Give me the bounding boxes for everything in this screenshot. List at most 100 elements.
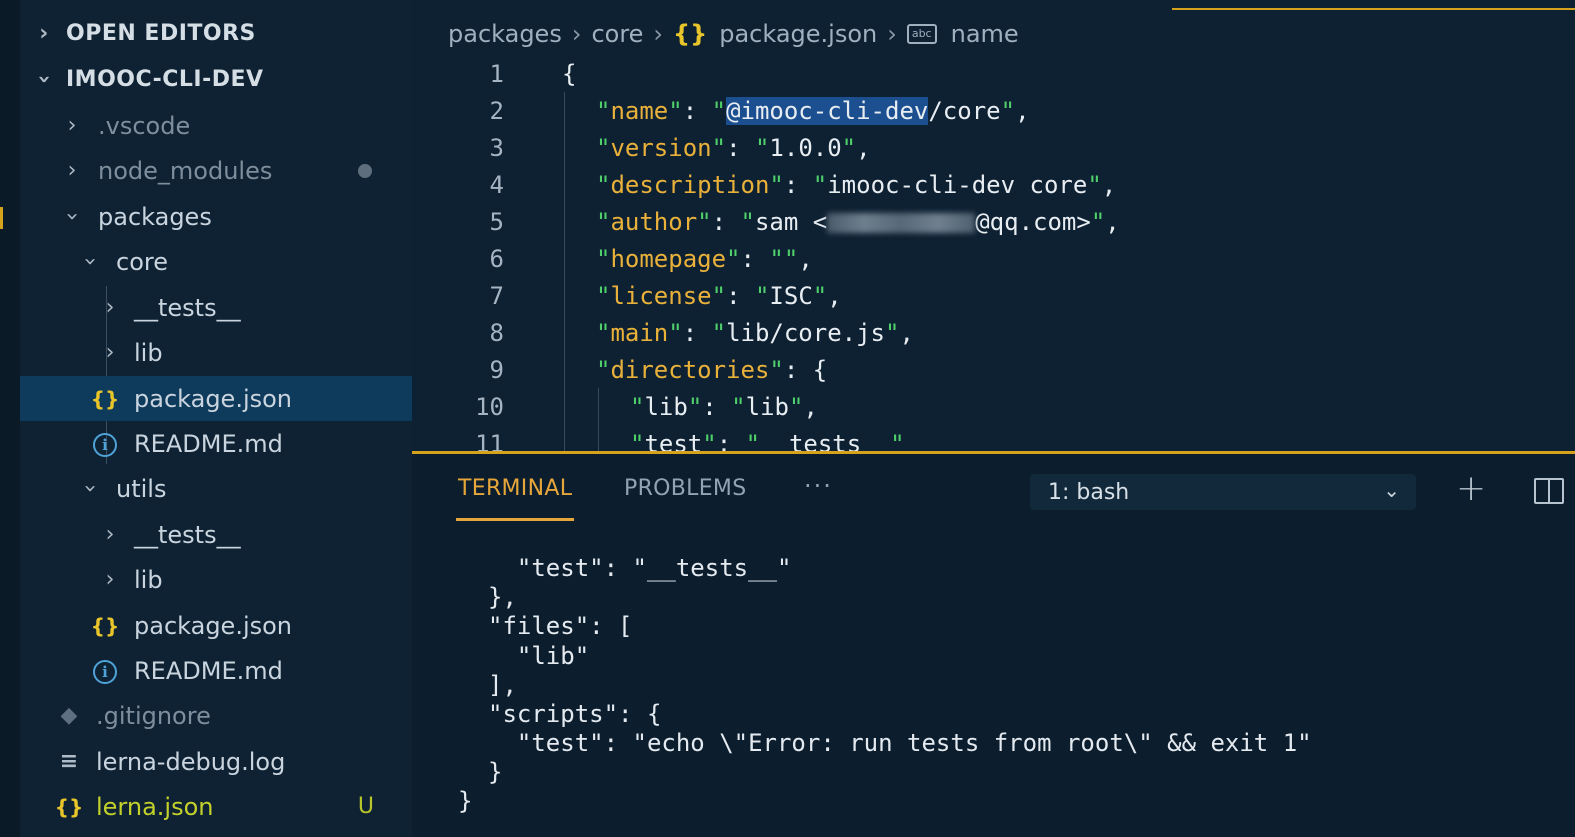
info-file-icon: i — [88, 658, 122, 684]
tree-item-label: lib — [134, 338, 163, 367]
breadcrumb-item[interactable]: package.json — [719, 20, 877, 48]
tree-item-core-package-json[interactable]: {} package.json — [20, 376, 412, 421]
tree-item-core[interactable]: › core — [20, 239, 412, 284]
chevron-down-icon: › — [77, 257, 103, 266]
code-line: 8 "main": "lib/core.js", — [412, 314, 1512, 351]
json-string: sam < — [754, 207, 828, 236]
tree-item-label: packages — [98, 202, 212, 231]
info-file-icon: i — [88, 431, 122, 457]
json-string: lib/core.js — [726, 318, 886, 347]
json-string: @qq.com> — [975, 207, 1091, 236]
chevron-down-icon: › — [31, 74, 57, 85]
code-line: 3 "version": "1.0.0", — [412, 129, 1512, 166]
json-string: ISC — [769, 281, 813, 310]
tree-item-utils-lib[interactable]: › lib — [20, 557, 412, 602]
activity-bar-edge — [0, 0, 20, 837]
breadcrumb: packages › core › {} package.json › abc … — [448, 16, 1019, 52]
json-key: test — [644, 429, 703, 452]
json-key: name — [610, 96, 669, 125]
code-text: "author": "sam < @qq.com>", — [596, 207, 1120, 236]
tree-item-vscode[interactable]: › .vscode — [20, 103, 412, 148]
breadcrumb-item[interactable]: packages — [448, 20, 562, 48]
tree-item-label: .gitignore — [96, 701, 211, 730]
tree-item-label: package.json — [134, 384, 293, 413]
panel-tabs: TERMINAL PROBLEMS ··· 1: bash ⌄ + — [412, 454, 1575, 524]
tree-item-core-readme[interactable]: i README.md — [20, 421, 412, 466]
code-line: 5 "author": "sam < @qq.com>", — [412, 203, 1512, 240]
tree-item-node-modules[interactable]: › node_modules — [20, 148, 412, 193]
json-key: lib — [644, 392, 688, 421]
tree-item-label: lerna.json — [96, 792, 214, 821]
json-key: main — [610, 318, 669, 347]
json-file-icon: {} — [673, 20, 708, 48]
json-key: directories — [610, 355, 770, 384]
chevron-down-icon: › — [59, 212, 85, 221]
breadcrumb-item[interactable]: core — [591, 20, 643, 48]
tab-terminal[interactable]: TERMINAL — [455, 476, 575, 521]
tree-item-utils-package-json[interactable]: {} package.json — [20, 603, 412, 648]
code-text: "description": "imooc-cli-dev core", — [596, 170, 1117, 199]
tree-item-gitignore[interactable]: ◆ .gitignore — [20, 693, 412, 738]
json-string: __tests__ — [760, 429, 891, 452]
chevron-right-icon: › — [67, 113, 77, 138]
section-label: OPEN EDITORS — [66, 21, 256, 46]
tree-item-lerna-debug-log[interactable]: ≡ lerna-debug.log — [20, 739, 412, 784]
untracked-badge: U — [357, 794, 374, 819]
split-terminal-icon[interactable] — [1534, 478, 1564, 504]
json-string: imooc-cli-dev core — [827, 170, 1088, 199]
chevron-right-icon: › — [653, 20, 664, 48]
tree-item-utils[interactable]: › utils — [20, 466, 412, 511]
editor-accent-line — [1172, 8, 1575, 10]
explorer-sidebar: › OPEN EDITORS › IMOOC-CLI-DEV › .vscode… — [20, 0, 412, 837]
terminal-line: "scripts": { — [488, 700, 662, 728]
line-number: 9 — [489, 355, 504, 384]
section-open-editors[interactable]: › OPEN EDITORS — [20, 11, 412, 56]
code-text: "name": "@imooc-cli-dev/core", — [596, 96, 1030, 125]
tree-item-utils-tests[interactable]: › __tests__ — [20, 512, 412, 557]
code-text: "lib": "lib", — [630, 392, 818, 421]
json-file-icon: {} — [90, 386, 120, 411]
json-key: author — [610, 207, 698, 236]
redacted-email — [827, 212, 976, 233]
new-terminal-plus-icon[interactable]: + — [1456, 468, 1486, 509]
terminal-line: "test": "echo \"Error: run tests from ro… — [488, 729, 1312, 757]
chevron-right-icon: › — [571, 20, 582, 48]
more-actions-icon[interactable]: ··· — [804, 472, 833, 500]
section-project[interactable]: › IMOOC-CLI-DEV — [20, 57, 412, 102]
activity-indicator — [0, 207, 3, 229]
log-lines-icon: ≡ — [59, 749, 79, 774]
ignored-dot-icon — [358, 163, 372, 178]
json-file-icon: {} — [90, 613, 120, 638]
code-line: 2 "name": "@imooc-cli-dev/core", — [412, 92, 1512, 129]
code-line: 4 "description": "imooc-cli-dev core", — [412, 166, 1512, 203]
chevron-right-icon: › — [39, 21, 49, 46]
tree-item-utils-readme[interactable]: i README.md — [20, 648, 412, 693]
line-number: 8 — [489, 318, 504, 347]
code-editor[interactable]: packages › core › {} package.json › abc … — [412, 0, 1575, 451]
breadcrumb-item[interactable]: name — [951, 20, 1019, 48]
tree-item-label: .vscode — [98, 111, 191, 140]
tree-item-label: README.md — [134, 429, 283, 458]
tree-item-label: __tests__ — [134, 520, 241, 549]
tree-item-label: lib — [134, 565, 163, 594]
line-number: 3 — [489, 133, 504, 162]
chevron-down-icon: ⌄ — [1383, 478, 1400, 502]
chevron-right-icon: › — [105, 340, 115, 365]
code-text: "main": "lib/core.js", — [596, 318, 914, 347]
json-key: license — [610, 281, 712, 310]
tab-problems[interactable]: PROBLEMS — [624, 476, 746, 501]
code-line: 10 "lib": "lib", — [412, 388, 1512, 425]
tree-item-core-tests[interactable]: › __tests__ — [20, 285, 412, 330]
tree-item-packages[interactable]: › packages — [20, 194, 412, 239]
tree-item-core-lib[interactable]: › lib — [20, 330, 412, 375]
line-number: 2 — [489, 96, 504, 125]
tree-item-lerna-json[interactable]: {} lerna.json U — [20, 784, 412, 829]
terminal-select[interactable]: 1: bash ⌄ — [1030, 474, 1416, 510]
terminal-line: } — [488, 758, 503, 786]
code-line: 11 "test": "__tests__" — [412, 425, 1512, 452]
code-text: "version": "1.0.0", — [596, 133, 871, 162]
terminal-line: } — [458, 787, 473, 815]
tree-item-label: README.md — [134, 656, 283, 685]
terminal-line: }, — [488, 583, 517, 611]
terminal-line: "lib" — [488, 642, 590, 670]
